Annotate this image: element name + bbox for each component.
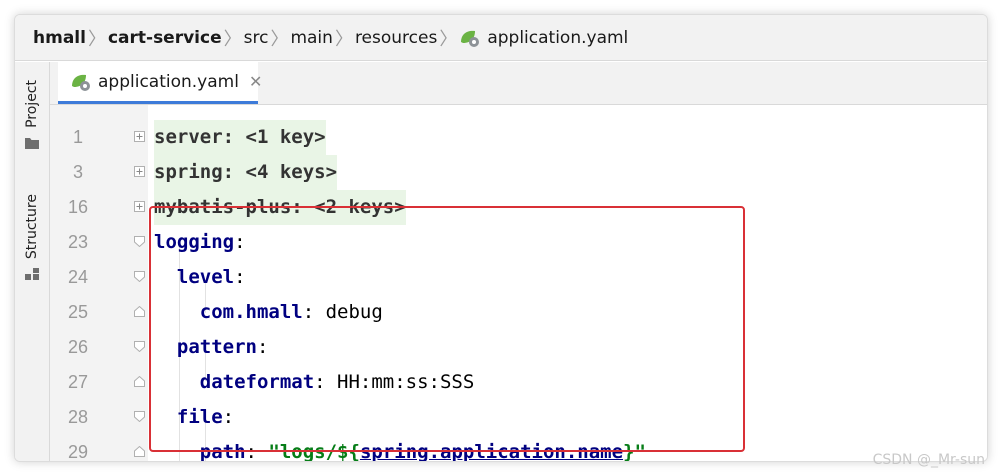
line-number: 26 xyxy=(67,337,89,357)
breadcrumb: hmall 〉 cart-service 〉 src 〉 main 〉 reso… xyxy=(15,15,987,61)
tab-label: application.yaml xyxy=(98,71,239,92)
code-line: 3 spring: <4 keys> xyxy=(50,155,987,190)
fold-expand-icon[interactable] xyxy=(134,166,145,177)
folded-code[interactable]: server: <1 key> xyxy=(154,120,326,155)
breadcrumb-item-main[interactable]: main xyxy=(290,28,332,48)
yaml-key: server xyxy=(154,126,223,148)
chevron-right-icon: 〉 xyxy=(334,28,353,50)
line-number: 25 xyxy=(67,302,89,322)
fold-collapse-icon[interactable] xyxy=(134,411,145,422)
chevron-right-icon: 〉 xyxy=(439,28,458,50)
chevron-right-icon: 〉 xyxy=(87,28,106,50)
structure-icon xyxy=(25,268,39,281)
highlight-box xyxy=(149,206,745,452)
tool-window-strip: Project Structure xyxy=(15,62,50,461)
watermark: CSDN @_Mr-sun xyxy=(872,452,985,468)
fold-collapse-icon[interactable] xyxy=(134,341,145,352)
code-line: 1 server: <1 key> xyxy=(50,120,987,155)
yaml-key: spring xyxy=(154,161,223,183)
breadcrumb-item-file[interactable]: application.yaml xyxy=(459,28,628,48)
line-number: 24 xyxy=(67,267,89,287)
breadcrumb-item-src[interactable]: src xyxy=(244,28,269,48)
fold-expand-icon[interactable] xyxy=(134,201,145,212)
line-number: 3 xyxy=(72,162,83,182)
fold-expand-icon[interactable] xyxy=(134,131,145,142)
structure-tab-label: Structure xyxy=(24,194,40,260)
line-number: 1 xyxy=(72,127,83,147)
close-icon[interactable]: ✕ xyxy=(249,72,262,91)
spring-yaml-file-icon xyxy=(70,72,92,92)
breadcrumb-item-resources[interactable]: resources xyxy=(355,28,437,48)
line-number: 16 xyxy=(67,197,89,217)
folded-placeholder: <4 keys> xyxy=(245,161,338,183)
breadcrumb-item-hmall[interactable]: hmall xyxy=(33,28,86,48)
line-number: 23 xyxy=(67,232,89,252)
fold-end-icon[interactable] xyxy=(134,306,145,317)
line-number: 27 xyxy=(67,372,89,392)
editor-tab-bar: application.yaml ✕ xyxy=(50,62,987,105)
folded-placeholder: <1 key> xyxy=(245,126,326,148)
project-tab-label: Project xyxy=(24,80,40,128)
tab-application-yaml[interactable]: application.yaml ✕ xyxy=(58,62,262,104)
line-number: 28 xyxy=(67,407,89,427)
fold-end-icon[interactable] xyxy=(134,446,145,457)
folded-code[interactable]: spring: <4 keys> xyxy=(154,155,338,190)
fold-collapse-icon[interactable] xyxy=(134,236,145,247)
line-number: 29 xyxy=(67,442,89,462)
fold-collapse-icon[interactable] xyxy=(134,271,145,282)
structure-tool-tab[interactable]: Structure xyxy=(19,194,45,281)
chevron-right-icon: 〉 xyxy=(223,28,242,50)
breadcrumb-file-label: application.yaml xyxy=(487,27,629,48)
breadcrumb-item-cart-service[interactable]: cart-service xyxy=(108,28,222,48)
fold-end-icon[interactable] xyxy=(134,376,145,387)
project-tool-tab[interactable]: Project xyxy=(19,80,45,150)
folder-icon xyxy=(25,137,39,149)
chevron-right-icon: 〉 xyxy=(270,28,289,50)
spring-yaml-file-icon xyxy=(459,28,481,48)
